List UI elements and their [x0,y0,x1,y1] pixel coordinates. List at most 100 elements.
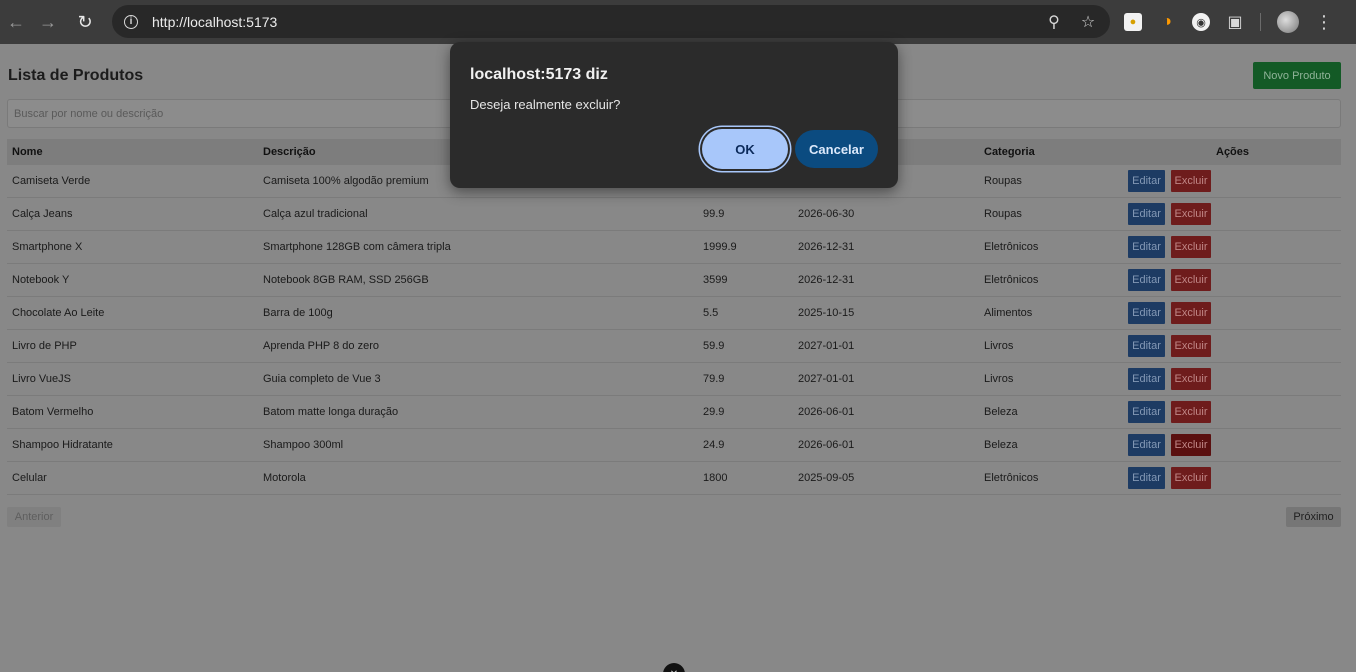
edit-button[interactable]: Editar [1128,269,1165,291]
forward-icon[interactable]: → [32,6,64,38]
previous-page-button[interactable]: Anterior [7,507,61,527]
ok-button[interactable]: OK [702,129,788,169]
edit-button[interactable]: Editar [1128,434,1165,456]
product-name: Celular [12,472,47,484]
edit-button[interactable]: Editar [1128,368,1165,390]
product-price: 59.9 [703,340,725,352]
bookmark-star-icon[interactable]: ☆ [1078,12,1098,32]
delete-button[interactable]: Excluir [1171,335,1211,357]
product-category: Roupas [984,208,1022,220]
product-category: Beleza [984,439,1018,451]
zoom-icon[interactable]: ⚲ [1044,12,1064,32]
product-name: Smartphone X [12,241,83,253]
product-price: 29.9 [703,406,725,418]
product-category: Livros [984,340,1014,352]
table-row: Notebook Y Notebook 8GB RAM, SSD 256GB 359… [7,264,1341,297]
delete-button[interactable]: Excluir [1171,467,1211,489]
extension-icon[interactable]: ◉ [1192,13,1210,31]
table-row: Smartphone X Smartphone 128GB com câmera … [7,231,1341,264]
product-price: 79.9 [703,373,725,385]
product-expiry: 2026-06-01 [798,439,855,451]
product-expiry: 2025-10-15 [798,307,855,319]
table-row: Livro VueJS Guia completo de Vue 3 79.9 202… [7,363,1341,396]
toolbar-divider [1260,13,1261,31]
page-title: Lista de Produtos [8,67,144,84]
product-price: 3599 [703,274,728,286]
puzzle-icon[interactable]: ▣ [1226,13,1244,31]
product-name: Livro VueJS [12,373,71,385]
kebab-menu-icon[interactable]: ⋮ [1315,12,1333,33]
delete-button[interactable]: Excluir [1171,302,1211,324]
products-table: Nome Descrição Categoria Ações Camiseta … [7,139,1341,495]
product-name: Camiseta Verde [12,175,91,187]
address-bar[interactable]: i http://localhost:5173 ⚲ ☆ [112,5,1110,38]
table-row: Chocolate Ao Leite Barra de 100g 5.5 2025-1… [7,297,1341,330]
edit-button[interactable]: Editar [1128,302,1165,324]
edit-button[interactable]: Editar [1128,467,1165,489]
product-description: Camiseta 100% algodão premium [263,175,429,187]
column-header-categoria: Categoria [984,146,1035,158]
dialog-title: localhost:5173 diz [470,66,608,83]
product-description: Batom matte longa duração [263,406,399,418]
reload-icon[interactable]: ↻ [69,6,101,38]
product-name: Calça Jeans [12,208,73,220]
close-icon[interactable]: ✕ [663,663,685,672]
product-description: Shampoo 300ml [263,439,344,451]
edit-button[interactable]: Editar [1128,170,1165,192]
edit-button[interactable]: Editar [1128,203,1165,225]
product-price: 5.5 [703,307,719,319]
product-name: Livro de PHP [12,340,77,352]
product-category: Beleza [984,406,1018,418]
product-name: Chocolate Ao Leite [12,307,105,319]
product-price: 1800 [703,472,728,484]
product-expiry: 2025-09-05 [798,472,855,484]
extensions-area: ● ◑ ◉ ▣ ⋮ [1124,6,1333,38]
delete-button[interactable]: Excluir [1171,434,1211,456]
site-info-icon[interactable]: i [124,14,138,29]
product-description: Calça azul tradicional [263,208,368,220]
edit-button[interactable]: Editar [1128,335,1165,357]
product-category: Eletrônicos [984,472,1039,484]
next-page-button[interactable]: Próximo [1286,507,1341,527]
delete-button[interactable]: Excluir [1171,203,1211,225]
product-expiry: 2026-06-30 [798,208,855,220]
column-header-nome: Nome [12,146,43,158]
extension-icon[interactable]: ● [1124,13,1142,31]
profile-avatar[interactable] [1277,11,1299,33]
product-category: Eletrônicos [984,241,1039,253]
url-text[interactable]: http://localhost:5173 [152,14,277,30]
delete-button[interactable]: Excluir [1171,269,1211,291]
product-expiry: 2027-01-01 [798,340,855,352]
product-price: 24.9 [703,439,725,451]
table-row: Shampoo Hidratante Shampoo 300ml 24.9 2026-… [7,429,1341,462]
product-description: Smartphone 128GB com câmera tripla [263,241,451,253]
product-category: Alimentos [984,307,1033,319]
column-header-descricao: Descrição [263,146,316,158]
dialog-message: Deseja realmente excluir? [470,97,621,112]
table-row: Celular Motorola 1800 2025-09-05 Eletrônicos… [7,462,1341,495]
product-name: Batom Vermelho [12,406,94,418]
delete-button[interactable]: Excluir [1171,236,1211,258]
product-expiry: 2026-06-01 [798,406,855,418]
new-product-button[interactable]: Novo Produto [1253,62,1341,89]
edit-button[interactable]: Editar [1128,401,1165,423]
product-name: Notebook Y [12,274,70,286]
column-header-acoes: Ações [1216,146,1250,158]
product-expiry: 2027-01-01 [798,373,855,385]
delete-button[interactable]: Excluir [1171,170,1211,192]
extension-icon[interactable]: ◑ [1158,13,1176,31]
confirm-dialog: localhost:5173 diz Deseja realmente excl… [450,42,898,188]
product-description: Barra de 100g [263,307,333,319]
delete-button[interactable]: Excluir [1171,368,1211,390]
product-description: Notebook 8GB RAM, SSD 256GB [263,274,429,286]
product-description: Motorola [263,472,306,484]
delete-button[interactable]: Excluir [1171,401,1211,423]
product-name: Shampoo Hidratante [12,439,113,451]
cancel-button[interactable]: Cancelar [795,130,878,168]
back-icon[interactable]: ← [0,6,32,38]
product-expiry: 2026-12-31 [798,274,855,286]
edit-button[interactable]: Editar [1128,236,1165,258]
product-category: Livros [984,373,1014,385]
product-expiry: 2026-12-31 [798,241,855,253]
product-price: 99.9 [703,208,725,220]
